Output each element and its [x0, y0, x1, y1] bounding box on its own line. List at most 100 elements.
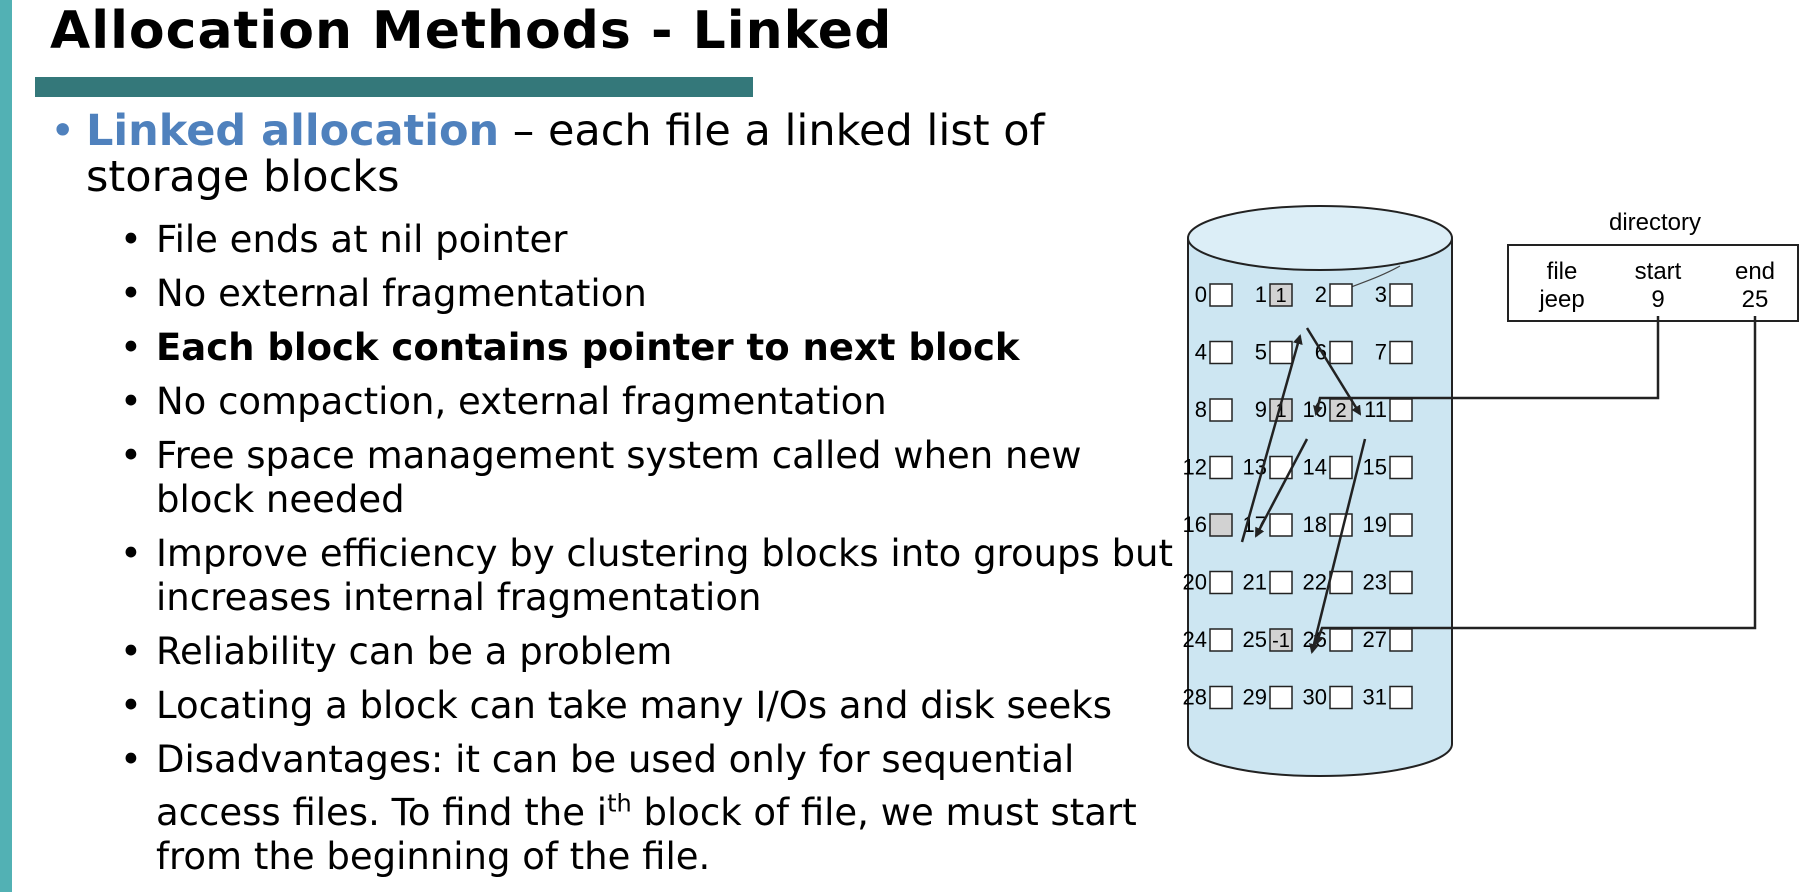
block-number: 11	[1364, 397, 1387, 422]
block-number: 7	[1375, 340, 1387, 365]
dir-header-end: end	[1735, 258, 1775, 285]
sub-bullet-line: access files. To find the i	[156, 791, 608, 835]
block-number: 16	[1183, 512, 1207, 537]
disk-block	[1209, 283, 1233, 307]
block-pointer-value: -1	[1272, 630, 1290, 652]
sub-bullet: • Each block contains pointer to next blo…	[120, 326, 1180, 370]
block-pointer-value: 1	[1275, 285, 1286, 307]
block-number: 12	[1183, 455, 1207, 480]
disk-block	[1329, 455, 1353, 480]
block-number: 18	[1303, 512, 1327, 537]
disk-block	[1209, 685, 1233, 710]
sub-bullet-text: Each block contains pointer to next bloc…	[156, 326, 1020, 369]
dir-cell-end: 25	[1742, 286, 1769, 313]
sub-bullet-text: File ends at nil pointer	[156, 218, 568, 261]
block-number: 20	[1183, 570, 1207, 595]
disk-block	[1389, 513, 1413, 537]
sub-bullet-text: No compaction, external fragmentation	[156, 380, 887, 423]
bullet-dot-icon: •	[50, 106, 76, 156]
disk-block	[1269, 570, 1293, 595]
directory-label: directory	[1609, 209, 1701, 236]
disk-block	[1389, 570, 1413, 595]
dir-cell-file: jeep	[1538, 286, 1584, 313]
bullet-dot-icon: •	[120, 630, 142, 673]
disk-block	[1209, 570, 1233, 595]
block-number: 24	[1183, 627, 1207, 652]
block-number: 14	[1303, 455, 1327, 480]
bullet-dot-icon: •	[120, 272, 142, 315]
block-number: 31	[1363, 685, 1387, 710]
disk-block	[1269, 513, 1293, 537]
main-bullet-rest: – each file a linked list of	[499, 106, 1045, 156]
bullet-dot-icon: •	[120, 532, 142, 575]
disk-block	[1209, 340, 1233, 365]
disk-block	[1209, 398, 1233, 422]
sub-bullet: • Free space management system called whe…	[120, 434, 1180, 522]
disk-block	[1209, 455, 1233, 480]
bullet-dot-icon: •	[120, 380, 142, 423]
disk-block	[1389, 685, 1413, 710]
disk-block	[1209, 513, 1233, 537]
sub-bullet-line: Free space management system called when…	[156, 434, 1082, 477]
sub-bullet-text: Locating a block can take many I/Os and …	[156, 684, 1112, 727]
block-number: 29	[1243, 685, 1267, 710]
sub-bullet-text: No external fragmentation	[156, 272, 647, 315]
block-number: 9	[1255, 397, 1267, 422]
linked-allocation-term: Linked allocation	[86, 106, 500, 156]
sub-bullet: • Reliability can be a problem	[120, 630, 1180, 674]
disk-block	[1389, 283, 1413, 307]
sub-bullet-text: Disadvantages: it can be used only for s…	[156, 738, 1137, 878]
sub-bullet-list: • File ends at nil pointer • No external f…	[120, 218, 1180, 889]
disk-block	[1329, 340, 1353, 365]
disk-block	[1329, 628, 1353, 652]
bullet-dot-icon: •	[120, 434, 142, 477]
bullet-dot-icon: •	[120, 684, 142, 727]
disk-block	[1329, 570, 1353, 595]
block-number: 15	[1363, 455, 1387, 480]
block-number: 3	[1375, 282, 1387, 307]
sub-bullet-text: Reliability can be a problem	[156, 630, 673, 673]
sub-bullet: • No compaction, external fragmentation	[120, 380, 1180, 424]
bullet-dot-icon: •	[120, 326, 142, 369]
block-number: 10	[1303, 397, 1327, 422]
sub-bullet: • Locating a block can take many I/Os and…	[120, 684, 1180, 728]
disk-block	[1389, 628, 1413, 652]
main-bullet-rest-line2: storage blocks	[86, 152, 400, 202]
block-number: 30	[1303, 685, 1327, 710]
bullet-dot-icon: •	[120, 218, 142, 261]
sub-bullet-line: increases internal fragmentation	[156, 576, 762, 619]
dir-header-file: file	[1547, 258, 1578, 285]
sub-bullet-line: block needed	[156, 478, 405, 521]
sub-bullet-line: Disadvantages: it can be used only for s…	[156, 738, 1075, 781]
title-underline	[35, 77, 753, 97]
bullet-dot-icon: •	[120, 738, 142, 781]
left-accent-bar	[0, 0, 12, 892]
disk-block	[1389, 398, 1413, 422]
disk-block	[1209, 628, 1233, 652]
disk-block	[1269, 340, 1293, 365]
superscript: th	[607, 790, 632, 818]
sub-bullet: • Disadvantages: it can be used only for …	[120, 738, 1180, 879]
disk-block	[1329, 685, 1353, 710]
block-number: 22	[1303, 570, 1327, 595]
block-number: 0	[1195, 282, 1207, 307]
sub-bullet: • Improve efficiency by clustering blocks…	[120, 532, 1180, 620]
block-number: 28	[1183, 685, 1207, 710]
disk-block	[1269, 685, 1293, 710]
block-number: 23	[1363, 570, 1387, 595]
block-pointer-value: 2	[1335, 400, 1346, 422]
block-number: 1	[1255, 282, 1267, 307]
sub-bullet: • File ends at nil pointer	[120, 218, 1180, 262]
block-number: 21	[1243, 570, 1267, 595]
slide-title: Allocation Methods - Linked	[50, 1, 893, 61]
block-number: 5	[1255, 340, 1267, 365]
sub-bullet: • No external fragmentation	[120, 272, 1180, 316]
disk-block	[1329, 283, 1353, 307]
disk-block	[1389, 455, 1413, 480]
sub-bullet-line: Improve efficiency by clustering blocks …	[156, 532, 1174, 575]
main-bullet-text: Linked allocation – each file a linked l…	[86, 108, 1126, 200]
disk-block	[1389, 340, 1413, 365]
block-number: 27	[1363, 627, 1387, 652]
sub-bullet-text: Improve efficiency by clustering blocks …	[156, 532, 1173, 619]
sub-bullet-text: Free space management system called when…	[156, 434, 1081, 521]
